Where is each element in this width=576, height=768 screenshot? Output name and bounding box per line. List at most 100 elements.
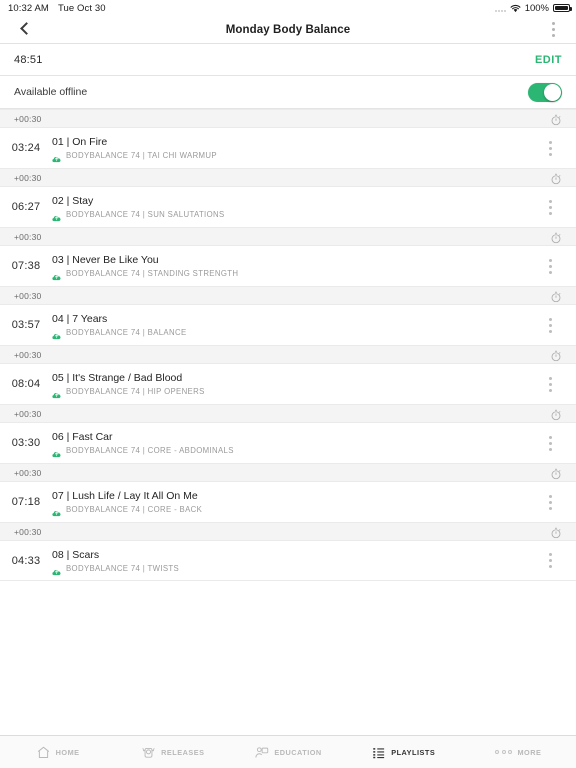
tab-education[interactable]: EDUCATION	[230, 736, 345, 768]
gap-row[interactable]: +00:30	[0, 522, 576, 541]
cloud-downloaded-icon	[52, 151, 61, 163]
status-date: Tue Oct 30	[57, 2, 106, 14]
gap-label: +00:30	[14, 290, 42, 301]
gap-label: +00:30	[14, 526, 42, 537]
track-duration: 08:04	[11, 378, 41, 390]
track-meta: BODYBALANCE 74 | TWISTS	[66, 563, 180, 573]
tab-home[interactable]: HOME	[0, 736, 115, 768]
track-info: 02 | Stay BODYBALANCE 74 | SUN SALUTATION…	[52, 195, 538, 222]
track-subtitle: BODYBALANCE 74 | TWISTS	[52, 563, 538, 575]
track-row[interactable]: 03:30 06 | Fast Car BODYBALANCE 74 | CORE …	[0, 423, 576, 463]
track-row[interactable]: 07:18 07 | Lush Life / Lay It All On Me BO…	[0, 482, 576, 522]
track-subtitle: BODYBALANCE 74 | BALANCE	[52, 328, 538, 340]
track-overflow-menu-icon[interactable]	[538, 128, 562, 168]
stopwatch-icon[interactable]	[550, 231, 562, 243]
overflow-menu-icon[interactable]	[530, 16, 576, 44]
gap-row[interactable]: +00:30	[0, 286, 576, 305]
track-meta: BODYBALANCE 74 | BALANCE	[66, 328, 187, 337]
available-offline-row: Available offline	[0, 76, 576, 109]
stopwatch-icon[interactable]	[550, 290, 562, 302]
track-title: 06 | Fast Car	[52, 431, 113, 443]
tab-label: RELEASES	[161, 747, 205, 757]
tab-more[interactable]: MORE	[461, 736, 576, 768]
available-offline-toggle[interactable]	[528, 82, 562, 102]
stopwatch-icon[interactable]	[550, 172, 562, 184]
barbell-icon	[141, 745, 156, 760]
tab-playlists[interactable]: PLAYLISTS	[346, 736, 461, 768]
track-row[interactable]: 03:57 04 | 7 Years BODYBALANCE 74 | BALANC…	[0, 305, 576, 345]
track-row[interactable]: 06:27 02 | Stay BODYBALANCE 74 | SUN SALUT…	[0, 187, 576, 227]
tab-label: HOME	[55, 747, 80, 757]
track-overflow-menu-icon[interactable]	[538, 541, 562, 581]
track-duration: 03:24	[11, 142, 41, 154]
gap-row[interactable]: +00:30	[0, 345, 576, 364]
nav-bar: Monday Body Balance	[0, 16, 576, 44]
track-overflow-menu-icon[interactable]	[538, 246, 562, 286]
track-row[interactable]: 04:33 08 | Scars BODYBALANCE 74 | TWISTS	[0, 541, 576, 581]
track-info: 03 | Never Be Like You BODYBALANCE 74 | S…	[52, 254, 538, 281]
chevron-left-icon	[20, 23, 27, 36]
page-title: Monday Body Balance	[225, 23, 351, 36]
track-subtitle: BODYBALANCE 74 | SUN SALUTATIONS	[52, 210, 538, 222]
cloud-downloaded-icon	[52, 387, 61, 399]
tab-releases[interactable]: RELEASES	[115, 736, 230, 768]
track-duration: 03:57	[11, 319, 41, 331]
cloud-downloaded-icon	[52, 446, 61, 458]
bottom-tab-bar: HOME RELEASES EDUCATION PLAYLISTS MORE	[0, 735, 576, 768]
wifi-icon	[510, 4, 521, 13]
battery-full-icon	[553, 4, 572, 12]
track-duration: 07:18	[11, 496, 41, 508]
stopwatch-icon[interactable]	[550, 526, 562, 538]
track-row[interactable]: 03:24 01 | On Fire BODYBALANCE 74 | TAI CH…	[0, 128, 576, 168]
track-list: +00:30 03:24 01 | On Fire BODYBALANCE 74 | …	[0, 109, 576, 658]
cloud-downloaded-icon	[52, 210, 61, 222]
track-overflow-menu-icon[interactable]	[538, 364, 562, 404]
track-title: 08 | Scars	[52, 548, 100, 561]
track-duration: 04:33	[11, 554, 41, 567]
back-button[interactable]	[0, 16, 46, 44]
toggle-knob	[544, 83, 561, 101]
track-info: 07 | Lush Life / Lay It All On Me BODYBAL…	[52, 490, 538, 517]
track-info: 01 | On Fire BODYBALANCE 74 | TAI CHI WAR…	[52, 136, 538, 163]
gap-row[interactable]: +00:30	[0, 463, 576, 482]
stopwatch-icon[interactable]	[550, 113, 562, 125]
track-info: 05 | It's Strange / Bad Blood BODYBALANCE…	[52, 372, 538, 399]
track-overflow-menu-icon[interactable]	[538, 305, 562, 345]
gap-label: +00:30	[14, 467, 42, 478]
gap-row[interactable]: +00:30	[0, 109, 576, 128]
track-subtitle: BODYBALANCE 74 | HIP OPENERS	[52, 387, 538, 399]
person-screen-icon	[254, 745, 269, 760]
track-meta: BODYBALANCE 74 | TAI CHI WARMUP	[66, 151, 217, 160]
edit-button[interactable]: EDIT	[535, 54, 562, 66]
track-meta: BODYBALANCE 74 | CORE - BACK	[66, 505, 203, 514]
track-title: 03 | Never Be Like You	[52, 254, 159, 266]
track-row[interactable]: 08:04 05 | It's Strange / Bad Blood BODYBA…	[0, 364, 576, 404]
more-dots-icon	[495, 750, 513, 754]
stopwatch-icon[interactable]	[550, 408, 562, 420]
track-subtitle: BODYBALANCE 74 | CORE - ABDOMINALS	[52, 446, 538, 458]
cloud-downloaded-icon	[52, 328, 61, 340]
track-info: 08 | Scars BODYBALANCE 74 | TWISTS	[52, 548, 538, 575]
gap-label: +00:30	[14, 113, 42, 124]
gap-row[interactable]: +00:30	[0, 404, 576, 423]
track-subtitle: BODYBALANCE 74 | CORE - BACK	[52, 505, 538, 517]
stopwatch-icon[interactable]	[550, 349, 562, 361]
track-overflow-menu-icon[interactable]	[538, 423, 562, 463]
signal-dots-icon	[494, 5, 506, 12]
tab-label: MORE	[517, 747, 542, 757]
home-icon	[36, 745, 51, 760]
track-duration: 07:38	[11, 260, 41, 272]
track-overflow-menu-icon[interactable]	[538, 482, 562, 522]
gap-row[interactable]: +00:30	[0, 168, 576, 187]
track-title: 07 | Lush Life / Lay It All On Me	[52, 490, 198, 502]
track-overflow-menu-icon[interactable]	[538, 187, 562, 227]
track-meta: BODYBALANCE 74 | SUN SALUTATIONS	[66, 210, 225, 219]
track-row[interactable]: 07:38 03 | Never Be Like You BODYBALANCE 7…	[0, 246, 576, 286]
status-time: 10:32 AM	[8, 2, 49, 14]
gap-label: +00:30	[14, 231, 42, 242]
gap-row[interactable]: +00:30	[0, 227, 576, 246]
stopwatch-icon[interactable]	[550, 467, 562, 479]
gap-label: +00:30	[14, 408, 42, 419]
battery-percent: 100%	[524, 2, 549, 14]
playlist-icon	[371, 745, 386, 760]
